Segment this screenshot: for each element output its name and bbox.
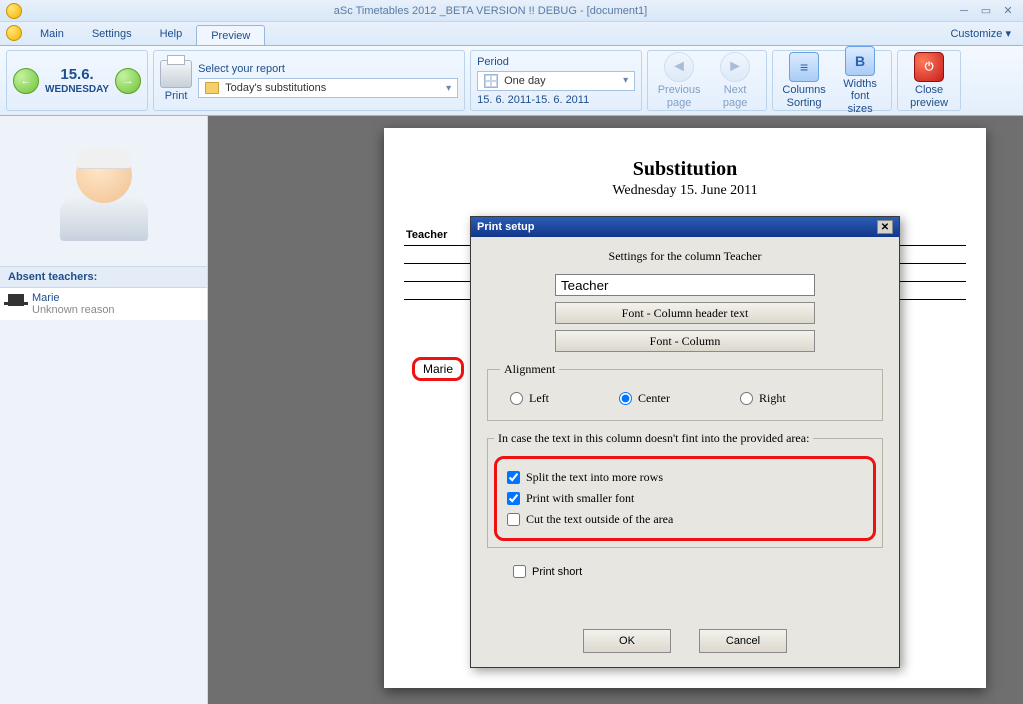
font-header-button[interactable]: Font - Column header text — [555, 302, 815, 324]
close-window-icon[interactable]: ✕ — [999, 4, 1017, 18]
teacher-reason: Unknown reason — [32, 304, 115, 316]
calendar-icon — [484, 74, 498, 88]
menu-bar: Main Settings Help Preview Customize ▾ — [0, 22, 1023, 46]
arrow-left-icon: ◄ — [664, 52, 694, 82]
dialog-titlebar[interactable]: Print setup ✕ — [471, 217, 899, 237]
close-group: ⏻ Close preview — [897, 50, 961, 111]
highlighted-teacher-cell: Marie — [412, 357, 464, 381]
tab-help[interactable]: Help — [146, 22, 197, 45]
period-range: 15. 6. 2011-15. 6. 2011 — [477, 94, 635, 106]
columns-icon: ≡ — [789, 52, 819, 82]
print-short-checkbox[interactable]: Print short — [513, 565, 883, 578]
align-right-radio[interactable]: Right — [740, 391, 786, 406]
injured-person-icon — [54, 141, 154, 241]
arrow-right-icon: ► — [720, 52, 750, 82]
prev-day-button[interactable]: ← — [13, 68, 39, 94]
close-preview-button[interactable]: ⏻ Close preview — [904, 50, 954, 110]
font-column-button[interactable]: Font - Column — [555, 330, 815, 352]
absent-teacher-item[interactable]: Marie Unknown reason — [0, 288, 207, 320]
print-report-group: Print Select your report Today's substit… — [153, 50, 465, 111]
overflow-fieldset: In case the text in this column doesn't … — [487, 431, 883, 548]
customize-menu[interactable]: Customize ▾ — [938, 22, 1023, 45]
date-nav-group: ← 15.6. WEDNESDAY → — [6, 50, 148, 111]
columns-group: ≡ Columns Sorting B Widths font sizes — [772, 50, 892, 111]
print-label[interactable]: Print — [165, 90, 188, 102]
app-menu-icon[interactable] — [6, 25, 22, 41]
minimize-icon[interactable]: ─ — [955, 4, 973, 18]
period-select[interactable]: One day ▾ — [477, 71, 635, 91]
app-icon — [6, 3, 22, 19]
col-teacher: Teacher — [406, 229, 447, 241]
print-setup-dialog: Print setup ✕ Settings for the column Te… — [470, 216, 900, 668]
align-left-radio[interactable]: Left — [510, 391, 549, 406]
report-select[interactable]: Today's substitutions ▾ — [198, 78, 458, 98]
maximize-icon[interactable]: ▭ — [977, 4, 995, 18]
tab-preview[interactable]: Preview — [196, 25, 265, 45]
tab-settings[interactable]: Settings — [78, 22, 146, 45]
current-date: 15.6. WEDNESDAY — [45, 66, 109, 96]
cancel-button[interactable]: Cancel — [699, 629, 787, 653]
widths-fonts-button[interactable]: B Widths font sizes — [835, 44, 885, 116]
column-name-input[interactable] — [555, 274, 815, 296]
printer-icon[interactable] — [160, 60, 192, 88]
chevron-down-icon: ▾ — [623, 75, 628, 86]
folder-icon — [205, 82, 219, 94]
next-day-button[interactable]: → — [115, 68, 141, 94]
power-icon: ⏻ — [914, 52, 944, 82]
next-page-button[interactable]: ► Next page — [710, 50, 760, 110]
ribbon: ← 15.6. WEDNESDAY → Print Select your re… — [0, 46, 1023, 116]
cut-text-checkbox[interactable]: Cut the text outside of the area — [507, 512, 863, 527]
page-nav-group: ◄ Previous page ► Next page — [647, 50, 767, 111]
teacher-name: Marie — [32, 292, 115, 304]
sidebar: Absent teachers: Marie Unknown reason — [0, 116, 208, 704]
bold-icon: B — [845, 46, 875, 76]
period-heading: Period — [477, 56, 635, 68]
chevron-down-icon: ▾ — [446, 83, 451, 94]
split-text-checkbox[interactable]: Split the text into more rows — [507, 470, 863, 485]
window-title: aSc Timetables 2012 _BETA VERSION !! DEB… — [26, 5, 955, 17]
settings-for-label: Settings for the column Teacher — [487, 249, 883, 264]
absent-teachers-heading: Absent teachers: — [0, 266, 207, 288]
window-titlebar: aSc Timetables 2012 _BETA VERSION !! DEB… — [0, 0, 1023, 22]
ok-button[interactable]: OK — [583, 629, 671, 653]
alignment-fieldset: Alignment Left Center Right — [487, 362, 883, 421]
columns-sorting-button[interactable]: ≡ Columns Sorting — [779, 50, 829, 110]
dialog-close-icon[interactable]: ✕ — [877, 220, 893, 234]
align-center-radio[interactable]: Center — [619, 391, 670, 406]
page-title: Substitution — [404, 158, 966, 181]
tab-main[interactable]: Main — [26, 22, 78, 45]
smaller-font-checkbox[interactable]: Print with smaller font — [507, 491, 863, 506]
graduation-hat-icon — [8, 294, 24, 306]
period-group: Period One day ▾ 15. 6. 2011-15. 6. 2011 — [470, 50, 642, 111]
previous-page-button[interactable]: ◄ Previous page — [654, 50, 704, 110]
report-heading: Select your report — [198, 63, 458, 75]
page-subtitle: Wednesday 15. June 2011 — [404, 183, 966, 199]
highlighted-options: Split the text into more rows Print with… — [494, 456, 876, 541]
